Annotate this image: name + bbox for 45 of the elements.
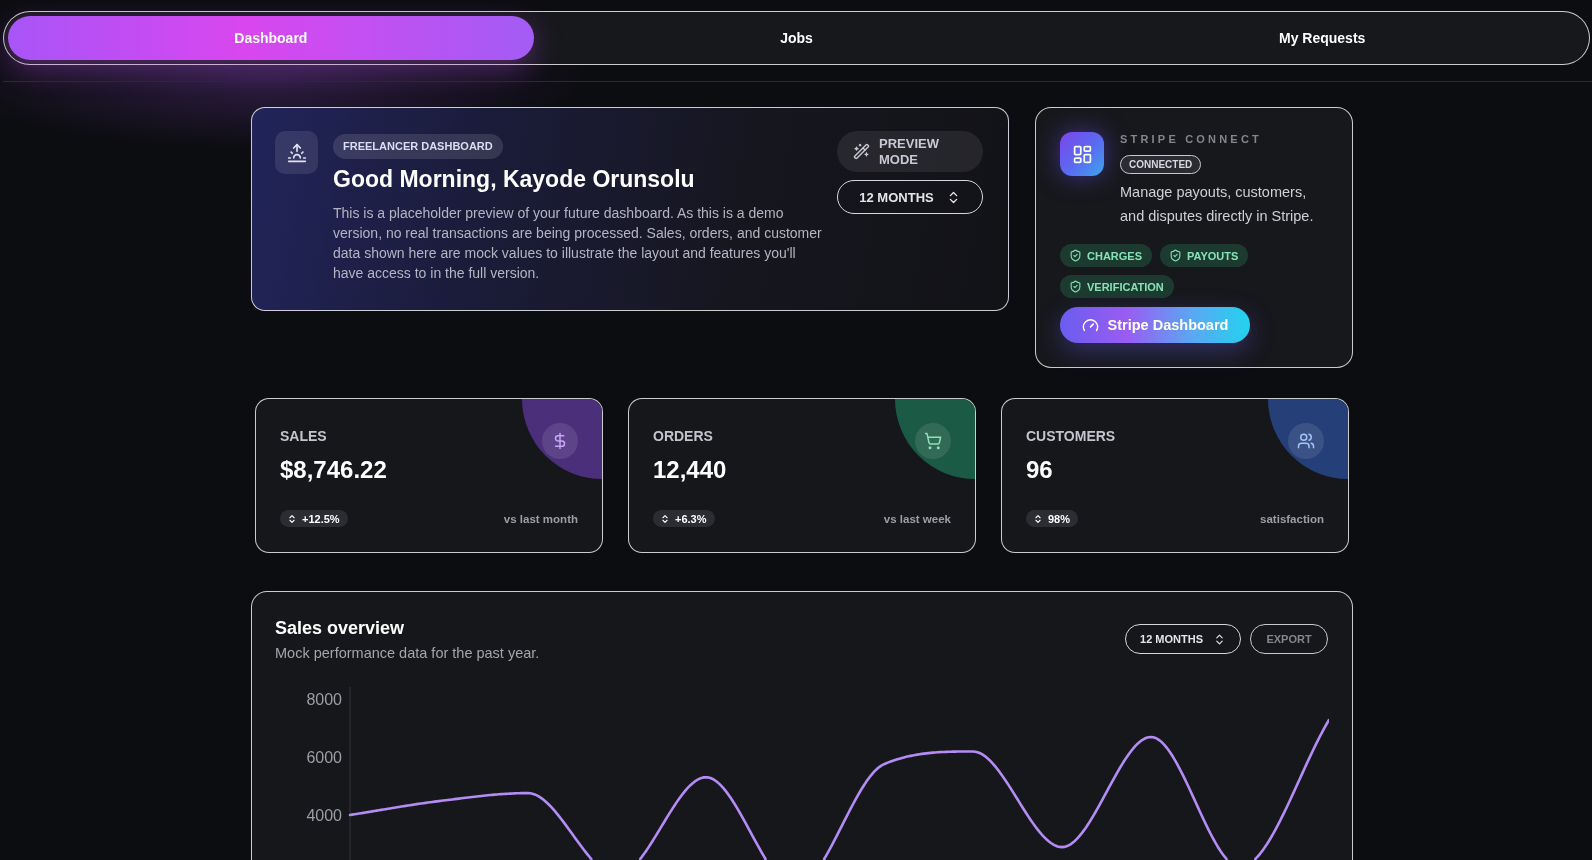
change-value: 98% <box>1048 512 1071 525</box>
capability-label: PAYOUTS <box>1187 249 1239 262</box>
capability-label: CHARGES <box>1087 249 1142 262</box>
stat-value: $8,746.22 <box>280 455 388 485</box>
stat-label: CUSTOMERS <box>1026 427 1117 445</box>
chevrons-up-down-icon <box>1213 632 1226 646</box>
stat-note: vs last month <box>503 512 578 525</box>
connection-status: CONNECTED <box>1120 155 1202 174</box>
stat-note: vs last week <box>883 512 951 525</box>
shield-check-icon <box>1069 249 1082 262</box>
capability-label: VERIFICATION <box>1087 280 1164 293</box>
chevrons-up-down-icon <box>1033 513 1043 524</box>
y-axis-label: 4000 <box>306 806 342 824</box>
dollar-icon <box>542 423 578 459</box>
dashboard-grid-icon <box>1060 132 1104 176</box>
stat-note: satisfaction <box>1260 512 1324 525</box>
chevrons-up-down-icon <box>287 513 297 524</box>
y-axis-label: 8000 <box>306 691 342 708</box>
section-eyebrow: STRIPE CONNECT <box>1120 132 1262 146</box>
y-axis-label: 6000 <box>306 748 342 766</box>
stripe-dashboard-button[interactable]: Stripe Dashboard <box>1060 307 1250 343</box>
greeting-title: Good Morning, Kayode Orunsolu <box>333 165 696 194</box>
stat-label: ORDERS <box>653 427 714 445</box>
change-value: +6.3% <box>675 512 707 525</box>
preview-mode-button[interactable]: PREVIEW MODE <box>837 131 983 172</box>
nav-tab[interactable]: My Requests <box>1059 16 1585 60</box>
nav-tab[interactable]: Dashboard <box>8 16 534 60</box>
magic-wand-icon <box>853 143 870 160</box>
sunrise-icon <box>275 131 318 174</box>
gauge-icon <box>1081 316 1099 334</box>
stat-label: SALES <box>280 427 328 445</box>
shield-check-icon <box>1069 280 1082 293</box>
dashboard-badge: FREELANCER DASHBOARD <box>333 134 503 159</box>
change-value: +12.5% <box>302 512 340 525</box>
nav-tab[interactable]: Jobs <box>533 16 1060 60</box>
chart-subtitle: Mock performance data for the past year. <box>275 644 540 663</box>
users-icon <box>1288 423 1324 459</box>
stripe-description: Manage payouts, customers, and disputes directly in Stripe. <box>1120 183 1315 226</box>
cart-icon <box>915 423 951 459</box>
welcome-description: This is a placeholder preview of your future dashboard. As this is a demo version, no real transactions are being processed. Sales, orders, and customer data shown here are mock values to illustrate the layout and features you'll have access to in the full version. <box>333 204 822 283</box>
chevrons-up-down-icon <box>660 513 670 524</box>
stat-value: 12,440 <box>653 455 728 485</box>
chart-title: Sales overview <box>275 617 406 640</box>
shield-check-icon <box>1169 249 1182 262</box>
stat-value: 96 <box>1026 455 1054 485</box>
